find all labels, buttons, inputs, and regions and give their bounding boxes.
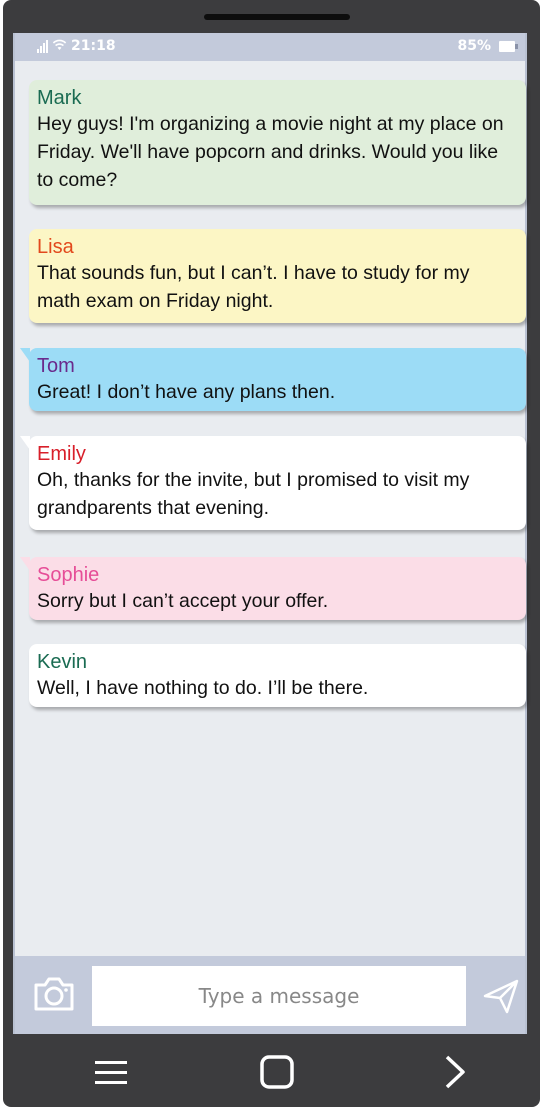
status-bar: 21:18 85% (15, 33, 525, 61)
home-icon (260, 1055, 294, 1089)
message-sender: Kevin (37, 651, 88, 673)
message-sender: Emily (37, 443, 86, 465)
wifi-icon (52, 38, 67, 54)
message-text: Well, I have nothing to do. I’ll be ther… (37, 677, 369, 699)
message-text: Hey guys! I'm organizing a movie night a… (37, 113, 504, 191)
message-sender: Lisa (37, 236, 74, 258)
message-input[interactable] (92, 966, 466, 1026)
message-bubble-tom: Tom Great! I don’t have any plans then. (20, 348, 526, 411)
chevron-right-icon (445, 1055, 465, 1089)
message-text: Oh, thanks for the invite, but I promise… (37, 469, 470, 519)
message-bubble-mark: Mark Hey guys! I'm organizing a movie ni… (29, 80, 526, 205)
system-nav-bar (3, 1034, 540, 1107)
menu-button[interactable] (91, 1052, 131, 1092)
send-button[interactable] (481, 976, 521, 1016)
message-sender: Tom (37, 355, 75, 377)
speaker-grille (204, 14, 350, 20)
message-text: That sounds fun, but I can’t. I have to … (37, 262, 470, 312)
message-text: Sorry but I can’t accept your offer. (37, 590, 329, 612)
bubble-tail (20, 436, 30, 450)
camera-icon (34, 977, 74, 1011)
battery-icon (499, 40, 518, 52)
bubble-tail (20, 557, 30, 571)
message-sender: Mark (37, 87, 82, 109)
home-button[interactable] (257, 1052, 297, 1092)
back-button[interactable] (435, 1052, 475, 1092)
camera-button[interactable] (31, 971, 77, 1017)
battery-percent: 85% (457, 38, 491, 54)
message-bubble-lisa: Lisa That sounds fun, but I can’t. I hav… (29, 229, 526, 323)
message-input-bar (13, 956, 527, 1034)
send-icon (483, 979, 519, 1014)
message-text: Great! I don’t have any plans then. (37, 381, 336, 403)
message-sender: Sophie (37, 564, 100, 586)
signal-icon (37, 39, 48, 53)
message-bubble-emily: Emily Oh, thanks for the invite, but I p… (20, 436, 526, 530)
message-bubble-kevin: Kevin Well, I have nothing to do. I’ll b… (29, 644, 526, 707)
status-time: 21:18 (71, 38, 116, 54)
message-bubble-sophie: Sophie Sorry but I can’t accept your off… (20, 557, 526, 620)
menu-icon (95, 1061, 127, 1084)
bubble-tail (20, 348, 30, 362)
